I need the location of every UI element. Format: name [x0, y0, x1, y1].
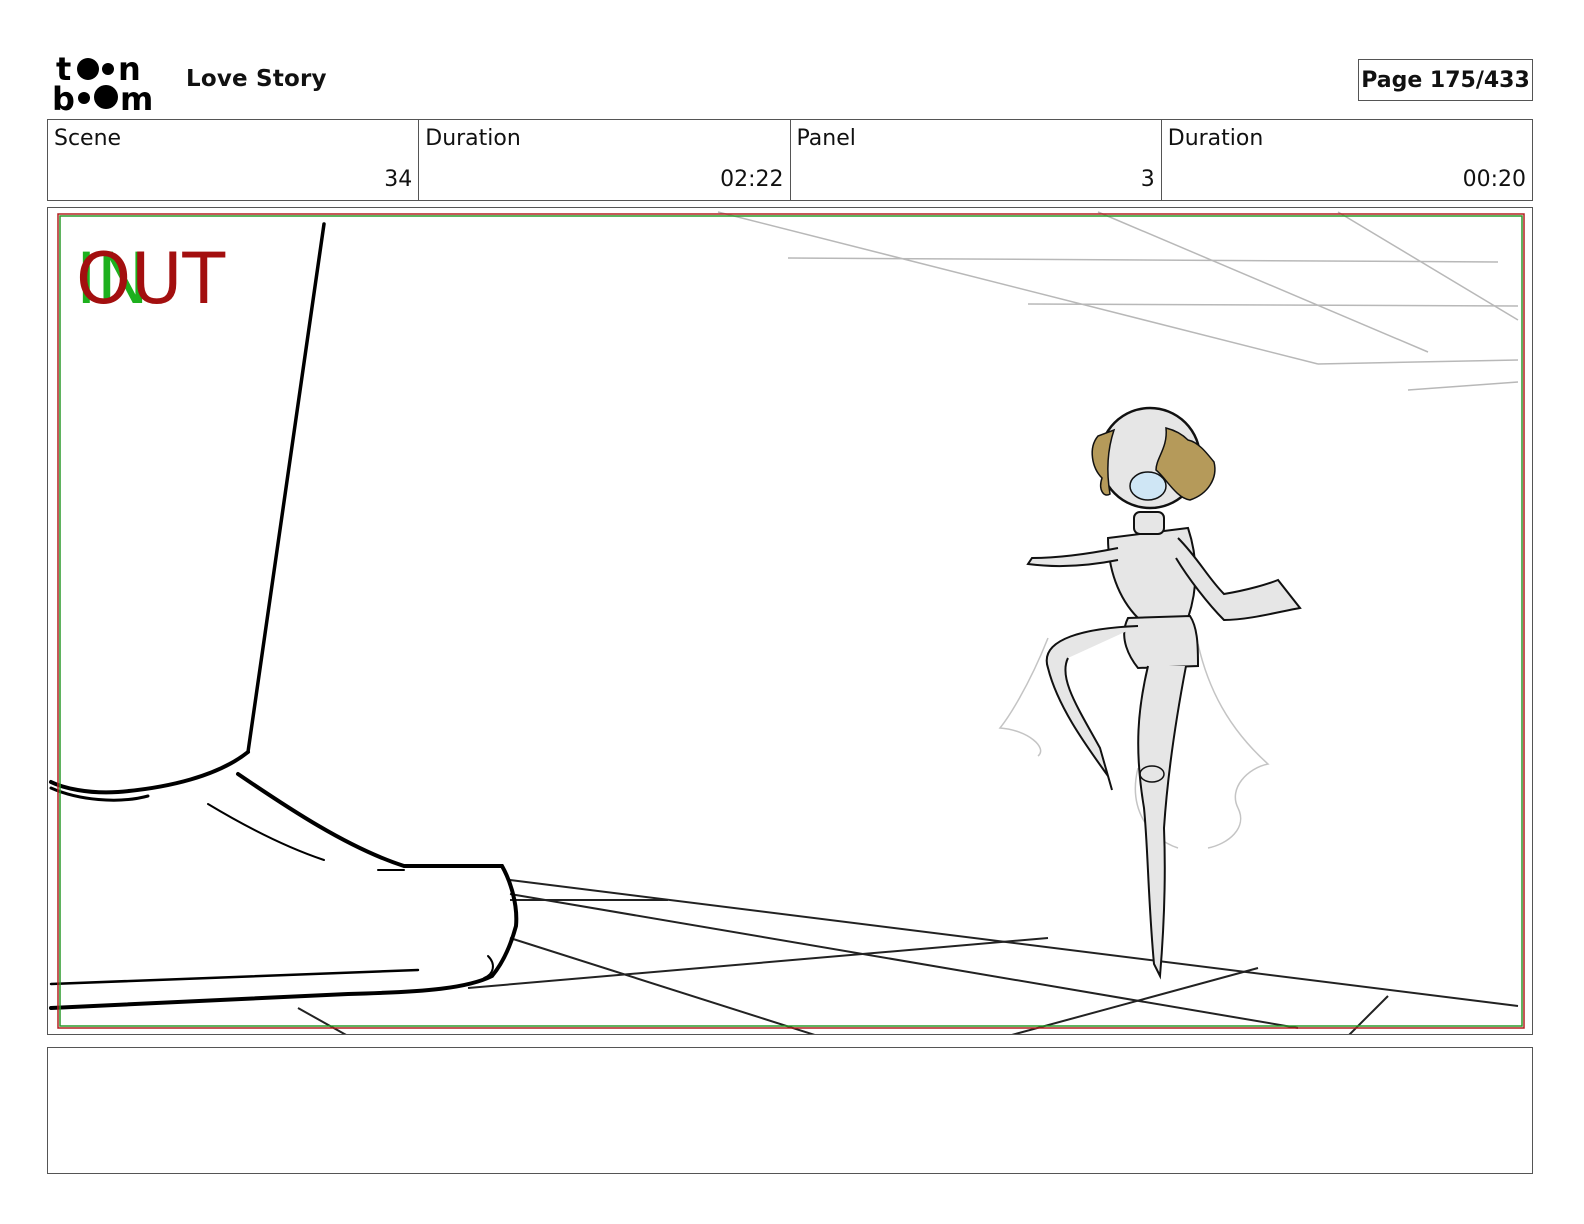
scene-duration-label: Duration	[425, 126, 521, 151]
panel-duration-cell: Duration 00:20	[1162, 120, 1532, 200]
storyboard-panel: IN OUT	[47, 207, 1533, 1035]
ceiling-lines	[717, 211, 1519, 391]
scene-value: 34	[384, 167, 413, 192]
toon-boom-logo: t n b m	[52, 50, 153, 114]
svg-text:b: b	[52, 80, 75, 114]
panel-value: 3	[1140, 167, 1155, 192]
panel-drawing	[49, 211, 1525, 1034]
robot-dancer	[998, 406, 1302, 980]
page-indicator: Page 175/433	[1358, 59, 1533, 101]
out-marker: OUT	[76, 238, 226, 320]
panel-duration-label: Duration	[1167, 126, 1264, 151]
svg-text:m: m	[120, 80, 153, 114]
project-title: Love Story	[186, 66, 327, 92]
scene-cell: Scene 34	[48, 120, 420, 200]
panel-label: Panel	[796, 126, 856, 151]
scene-label: Scene	[54, 126, 122, 151]
panel-duration-value: 00:20	[1462, 167, 1526, 192]
giant-foot	[49, 222, 519, 1010]
scene-info-table: Scene 34 Duration 02:22 Panel 3 Duration…	[47, 119, 1533, 201]
floor-lines	[297, 879, 1519, 1034]
safe-frame-green	[59, 215, 1523, 1027]
safe-frame-red	[57, 213, 1525, 1029]
panel-cell: Panel 3	[791, 120, 1162, 200]
scene-duration-value: 02:22	[720, 167, 784, 192]
scene-duration-cell: Duration 02:22	[419, 120, 791, 200]
panel-notes-box	[47, 1047, 1533, 1174]
